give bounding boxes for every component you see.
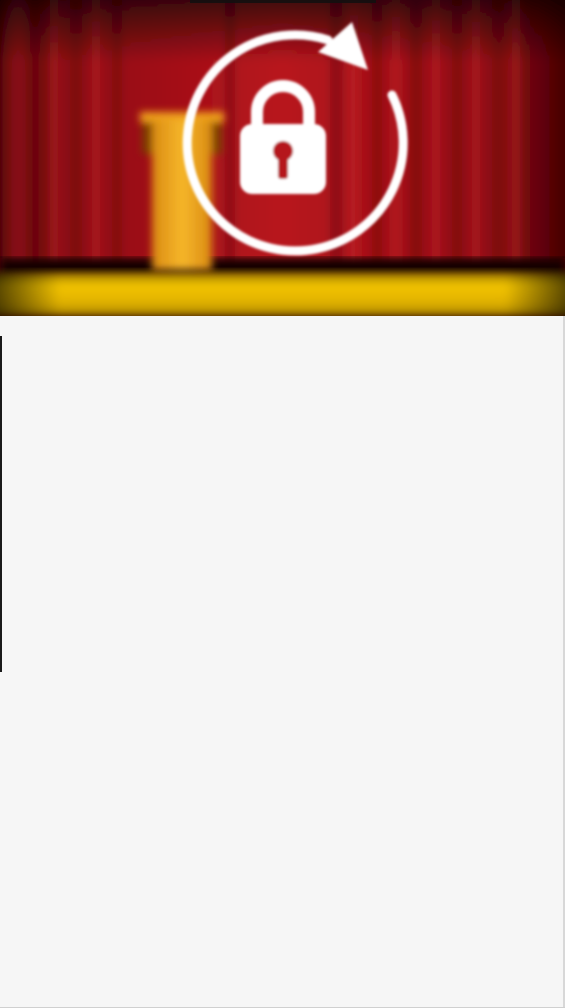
left-border: [0, 336, 2, 672]
app-screen: [0, 0, 565, 1008]
content-area: [0, 316, 565, 1008]
top-bar-indicator: [190, 0, 376, 3]
hero-banner: [0, 0, 565, 316]
stage-illustration: [0, 0, 565, 316]
podium: [140, 112, 224, 270]
stage-floor: [0, 272, 565, 316]
